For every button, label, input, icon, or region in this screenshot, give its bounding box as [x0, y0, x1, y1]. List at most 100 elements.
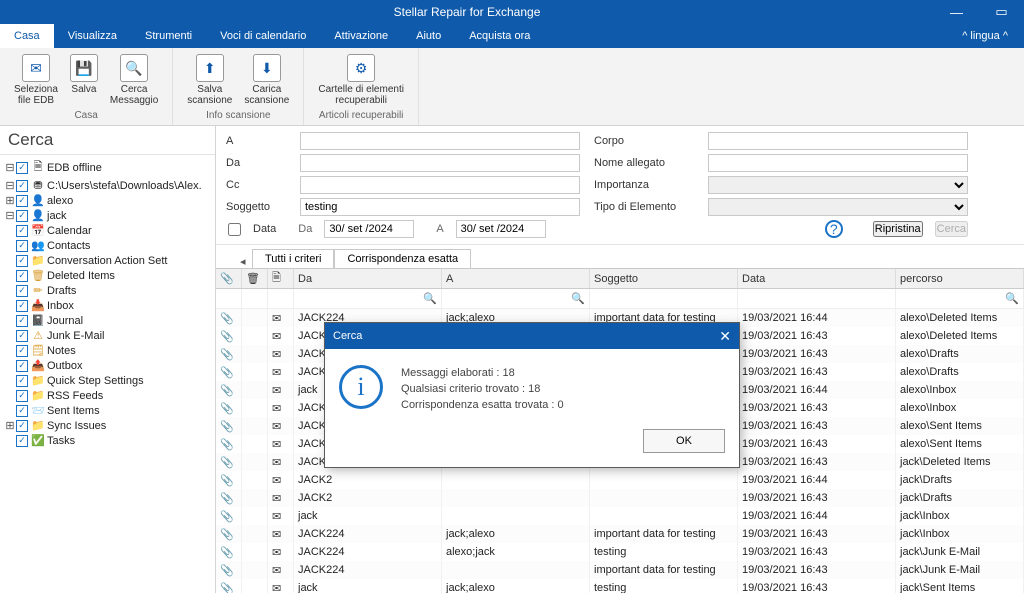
tree-folder[interactable]: ✓✏Drafts — [0, 283, 215, 298]
tree-folder[interactable]: ✓📓Journal — [0, 313, 215, 328]
menu-attivazione[interactable]: Attivazione — [320, 24, 402, 48]
tree-folder[interactable]: ✓📨Sent Items — [0, 403, 215, 418]
tipo-select[interactable] — [708, 198, 968, 216]
col-soggetto[interactable]: Soggetto — [590, 269, 738, 288]
subtab-scroll-left[interactable]: ◂ — [240, 255, 252, 268]
filter-a[interactable]: 🔍 — [442, 289, 590, 308]
tree-folder[interactable]: ✓📥Inbox — [0, 298, 215, 313]
attach-icon: 📎 — [216, 579, 242, 593]
dialog-title: Cerca — [333, 330, 362, 342]
folder-icon: ✏ — [31, 284, 45, 297]
col-percorso[interactable]: percorso — [896, 269, 1024, 288]
cerca-button[interactable]: Cerca — [935, 221, 968, 237]
envelope-icon: ✉ — [268, 489, 294, 507]
tree-mailbox-jack[interactable]: ⊟✓👤jack — [0, 208, 215, 223]
tree-folder[interactable]: ⊞✓📁Sync Issues — [0, 418, 215, 433]
label-soggetto: Soggetto — [226, 201, 286, 213]
attach-icon: 📎 — [216, 507, 242, 525]
subtab-esatta[interactable]: Corrispondenza esatta — [334, 249, 471, 268]
tree-folder[interactable]: ✓👥Contacts — [0, 238, 215, 253]
envelope-icon: ✉ — [268, 345, 294, 363]
table-row[interactable]: 📎✉JACK219/03/2021 16:44jack\Drafts — [216, 471, 1024, 489]
tree-folder[interactable]: ✓🗒Notes — [0, 343, 215, 358]
table-row[interactable]: 📎✉JACK224jack;alexoimportant data for te… — [216, 525, 1024, 543]
tree-mailbox-alexo[interactable]: ⊞✓👤alexo — [0, 193, 215, 208]
tree-folder[interactable]: ✓📅Calendar — [0, 223, 215, 238]
col-delete-icon[interactable]: 🗑 — [242, 269, 268, 288]
menu-aiuto[interactable]: Aiuto — [402, 24, 455, 48]
da-field[interactable] — [300, 154, 580, 172]
date-to-field[interactable] — [456, 220, 546, 238]
envelope-icon: ✉ — [268, 327, 294, 345]
ribbon-group-casa: ✉Selezionafile EDB 💾Salva 🔍CercaMessaggi… — [0, 48, 173, 125]
menu-acquista[interactable]: Acquista ora — [455, 24, 544, 48]
col-attach-icon[interactable]: 📎 — [216, 269, 242, 288]
table-row[interactable]: 📎✉jack19/03/2021 16:44jack\Inbox — [216, 507, 1024, 525]
col-doc-icon[interactable]: 🗎 — [268, 269, 294, 288]
tree-folder[interactable]: ✓🗑Deleted Items — [0, 268, 215, 283]
cartelle-recuperabili-button[interactable]: ⚙Cartelle di elementirecuperabili — [312, 52, 410, 108]
date-from-field[interactable] — [324, 220, 414, 238]
menubar: Casa Visualizza Strumenti Voci di calend… — [0, 24, 1024, 48]
data-checkbox[interactable] — [228, 223, 241, 236]
table-row[interactable]: 📎✉JACK224important data for testing19/03… — [216, 561, 1024, 579]
tree-folder[interactable]: ✓📁Conversation Action Sett — [0, 253, 215, 268]
database-icon: ⛃ — [31, 179, 45, 192]
attach-icon: 📎 — [216, 435, 242, 453]
folder-icon: ⚠ — [31, 329, 45, 342]
ok-button[interactable]: OK — [643, 429, 725, 453]
col-a[interactable]: A — [442, 269, 590, 288]
envelope-icon: ✉ — [268, 417, 294, 435]
col-da[interactable]: Da — [294, 269, 442, 288]
salva-button[interactable]: 💾Salva — [64, 52, 104, 108]
app-title: Stellar Repair for Exchange — [0, 5, 934, 19]
folder-icon: 🗒 — [31, 344, 45, 357]
tree-folder[interactable]: ✓📤Outbox — [0, 358, 215, 373]
a-field[interactable] — [300, 132, 580, 150]
seleziona-file-edb-button[interactable]: ✉Selezionafile EDB — [8, 52, 64, 108]
label-data: Data — [253, 223, 276, 235]
attach-icon: 📎 — [216, 525, 242, 543]
menu-strumenti[interactable]: Strumenti — [131, 24, 206, 48]
dialog-message: Messaggi elaborati : 18 Qualsiasi criter… — [401, 365, 564, 413]
close-icon[interactable]: ✕ — [719, 328, 731, 345]
salva-scansione-button[interactable]: ⬆Salvascansione — [181, 52, 238, 108]
tree-folder[interactable]: ✓📁Quick Step Settings — [0, 373, 215, 388]
allegato-field[interactable] — [708, 154, 968, 172]
table-row[interactable]: 📎✉JACK224alexo;jacktesting19/03/2021 16:… — [216, 543, 1024, 561]
carica-scansione-button[interactable]: ⬇Caricascansione — [238, 52, 295, 108]
tree-folder[interactable]: ✓⚠Junk E-Mail — [0, 328, 215, 343]
info-icon: i — [339, 365, 383, 409]
maximize-button[interactable]: ▭ — [979, 4, 1024, 20]
tree: ⊟✓🗎EDB offline ⊟✓⛃C:\Users\stefa\Downloa… — [0, 155, 215, 593]
help-icon[interactable]: ? — [825, 220, 843, 238]
menu-casa[interactable]: Casa — [0, 24, 54, 48]
minimize-button[interactable]: — — [934, 5, 979, 20]
folder-icon: 📓 — [31, 314, 45, 327]
cc-field[interactable] — [300, 176, 580, 194]
filter-percorso[interactable]: 🔍 — [896, 289, 1024, 308]
ripristina-button[interactable]: Ripristina — [873, 221, 923, 237]
label-da2: Da — [298, 223, 312, 235]
tree-root[interactable]: ⊟✓🗎EDB offline — [0, 157, 215, 178]
envelope-icon: ✉ — [268, 309, 294, 327]
tree-folder[interactable]: ✓📁RSS Feeds — [0, 388, 215, 403]
subtab-tutti[interactable]: Tutti i criteri — [252, 249, 334, 268]
filter-da[interactable]: 🔍 — [294, 289, 442, 308]
cerca-messaggio-button[interactable]: 🔍CercaMessaggio — [104, 52, 164, 108]
col-data[interactable]: Data — [738, 269, 896, 288]
menu-voci[interactable]: Voci di calendario — [206, 24, 320, 48]
folder-icon: 📁 — [31, 374, 45, 387]
table-row[interactable]: 📎✉jackjack;alexotesting19/03/2021 16:43j… — [216, 579, 1024, 593]
table-row[interactable]: 📎✉JACK219/03/2021 16:43jack\Drafts — [216, 489, 1024, 507]
tree-folder[interactable]: ✓✅Tasks — [0, 433, 215, 448]
tree-db-path[interactable]: ⊟✓⛃C:\Users\stefa\Downloads\Alex. — [0, 178, 215, 193]
corpo-field[interactable] — [708, 132, 968, 150]
label-a2: A — [436, 223, 443, 235]
importanza-select[interactable] — [708, 176, 968, 194]
menu-visualizza[interactable]: Visualizza — [54, 24, 131, 48]
soggetto-field[interactable] — [300, 198, 580, 216]
language-selector[interactable]: ^ lingua ^ — [962, 30, 1024, 42]
envelope-icon: ✉ — [268, 381, 294, 399]
attach-icon: 📎 — [216, 453, 242, 471]
